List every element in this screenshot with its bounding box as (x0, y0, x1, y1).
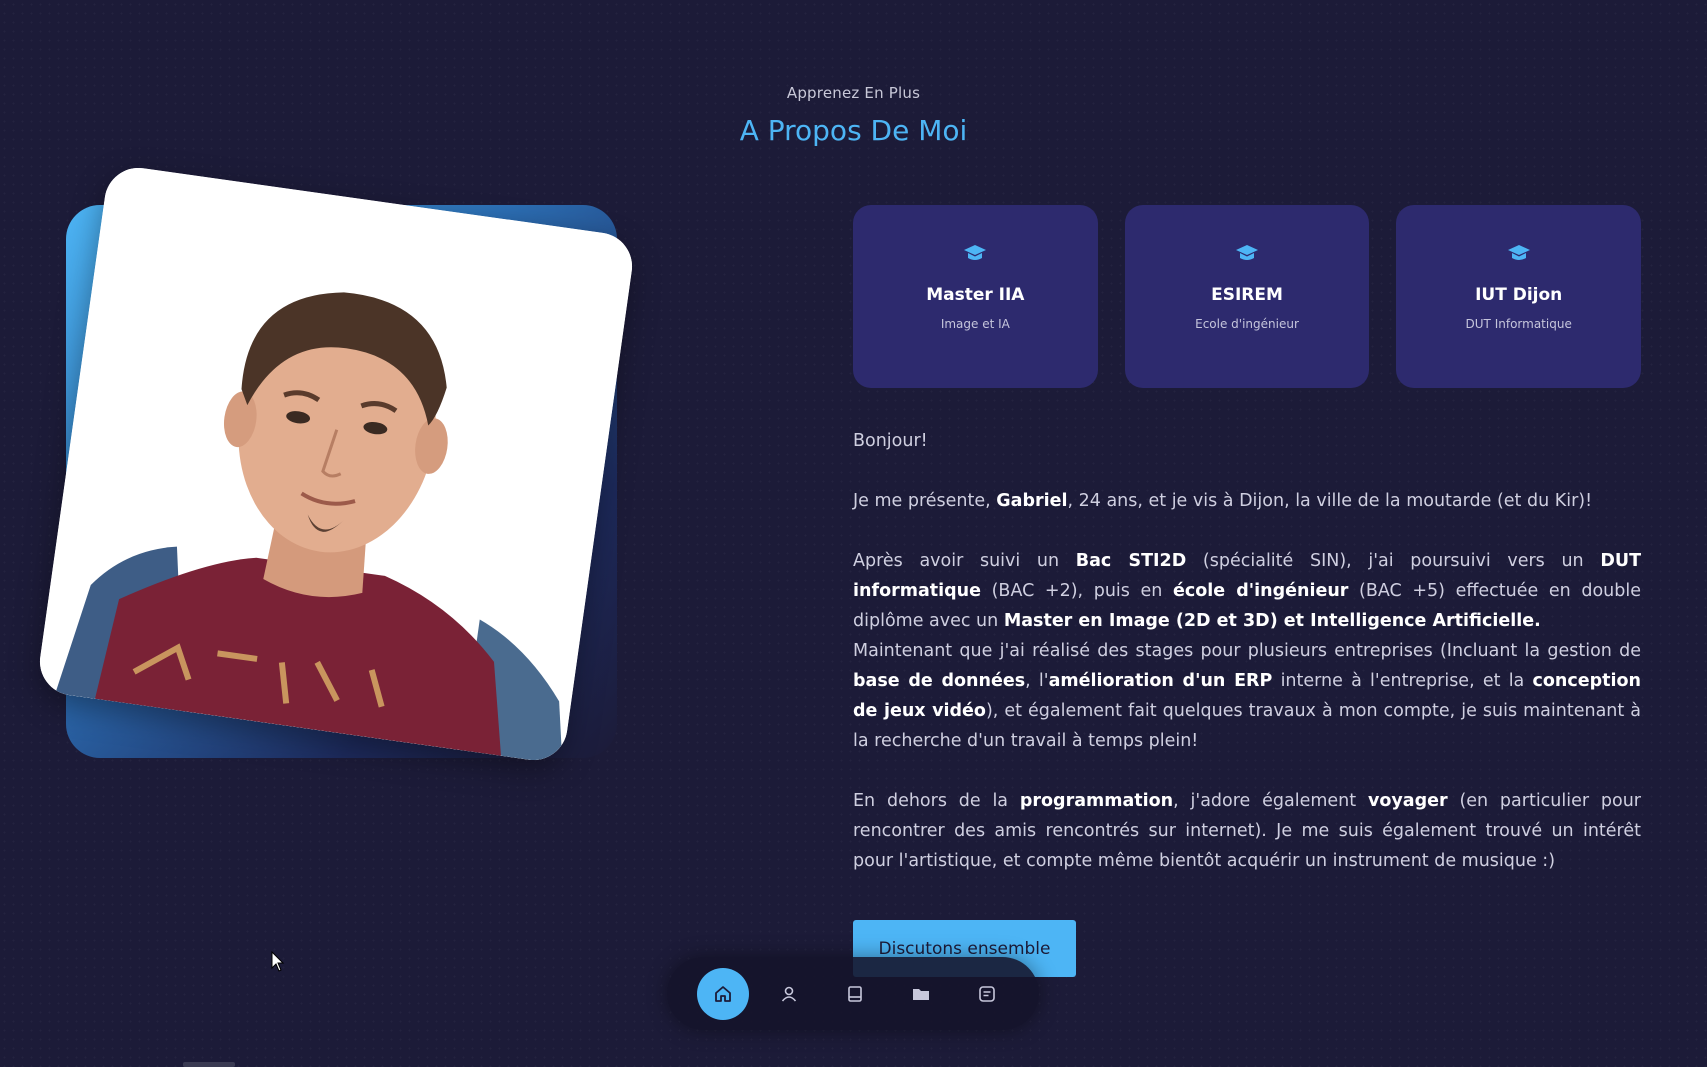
nav-experience[interactable] (829, 968, 881, 1020)
section-header: Apprenez En Plus A Propos De Moi (0, 84, 1707, 147)
graduation-cap-icon (964, 245, 987, 260)
graduation-cap-icon (1507, 245, 1530, 260)
about-intro: Je me présente, Gabriel, 24 ans, et je v… (853, 491, 1593, 511)
scroll-indicator (183, 1062, 235, 1067)
message-icon (979, 985, 995, 1002)
education-card-esirem: ESIREM Ecole d'ingénieur (1124, 205, 1370, 388)
bottom-nav (667, 957, 1039, 1030)
card-subtitle: Ecole d'ingénieur (1195, 317, 1299, 331)
portrait-illustration (35, 163, 637, 765)
about-experience: Maintenant que j'ai réalisé des stages p… (853, 641, 1641, 751)
nav-about[interactable] (763, 968, 815, 1020)
card-title: IUT Dijon (1475, 285, 1563, 305)
education-cards: Master IIA Image et IA ESIREM Ecole d'in… (853, 205, 1642, 388)
home-icon (715, 985, 731, 1002)
graduation-cap-icon (1236, 245, 1258, 260)
card-title: Master IIA (926, 285, 1025, 305)
section-subtitle: Apprenez En Plus (786, 84, 921, 102)
nav-home[interactable] (697, 967, 749, 1020)
about-hobbies: En dehors de la programmation, j'adore é… (853, 791, 1641, 871)
about-education: Après avoir suivi un Bac STI2D (spéciali… (853, 551, 1642, 631)
card-title: ESIREM (1211, 285, 1283, 305)
nav-contact[interactable] (961, 968, 1013, 1020)
folder-icon (913, 988, 929, 1000)
about-text: Bonjour! Je me présente, Gabriel, 24 ans… (853, 426, 1641, 906)
book-icon (848, 985, 862, 1002)
education-card-iut: IUT Dijon DUT Informatique (1396, 205, 1642, 388)
education-card-master: Master IIA Image et IA (853, 205, 1098, 388)
nav-portfolio[interactable] (895, 968, 947, 1020)
about-greeting: Bonjour! (853, 431, 928, 451)
section-title: A Propos De Moi (739, 114, 968, 147)
portrait-photo (35, 163, 637, 765)
mouse-cursor-icon (271, 951, 285, 972)
card-subtitle: Image et IA (940, 317, 1010, 331)
card-subtitle: DUT Informatique (1465, 317, 1572, 331)
user-icon (781, 986, 797, 1002)
